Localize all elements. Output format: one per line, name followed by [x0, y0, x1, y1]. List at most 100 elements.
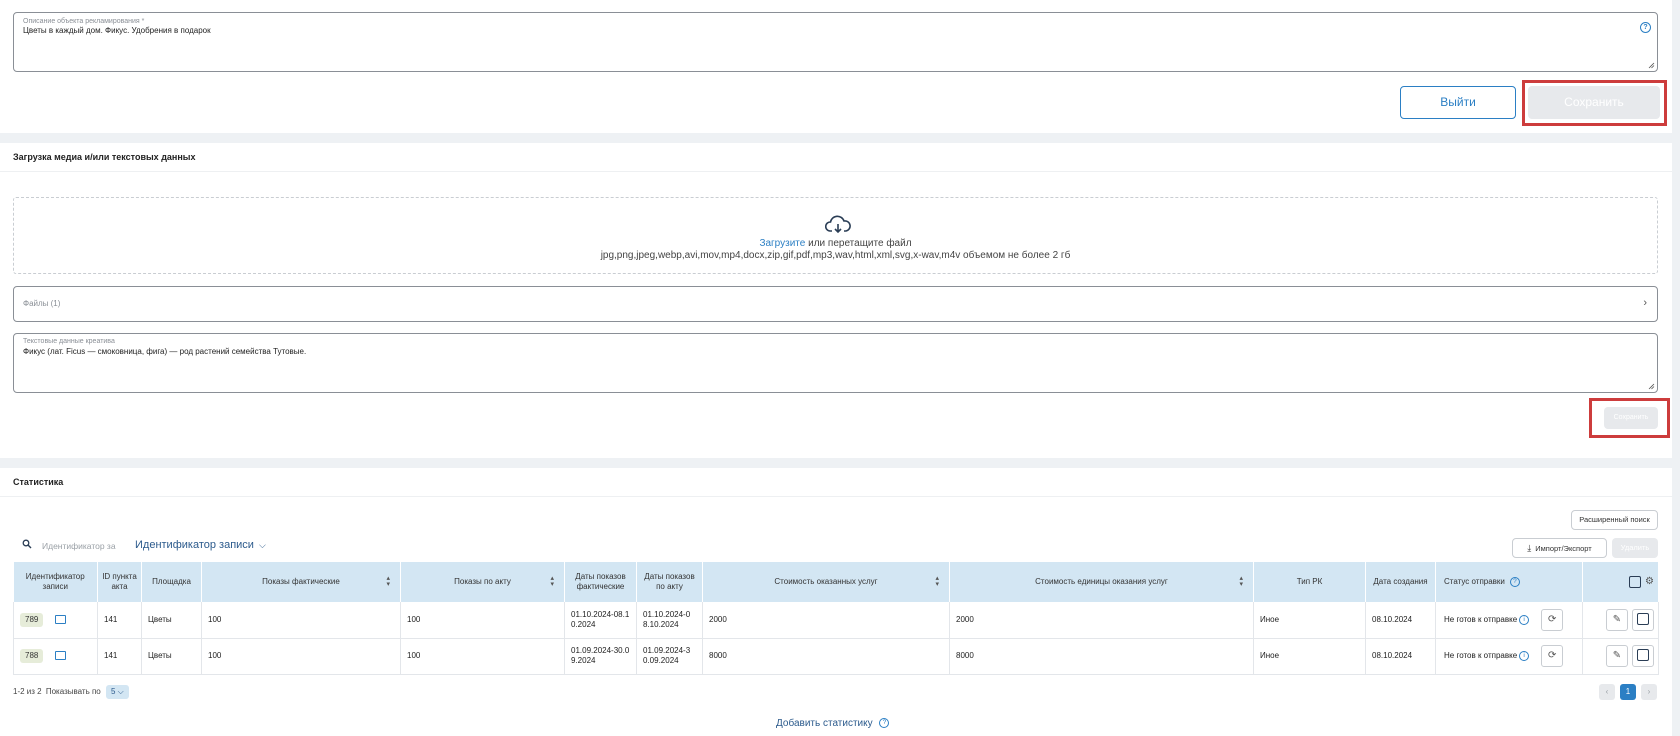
delete-button[interactable]: Удалить [1612, 538, 1658, 558]
edit-button[interactable]: ✎ [1606, 645, 1628, 667]
highlight-frame [1522, 80, 1667, 126]
files-accordion[interactable]: Файлы (1) › [13, 286, 1658, 322]
stats-table: Идентификатор записи ID пункта акта Площ… [13, 562, 1659, 675]
col-rk-type: Тип РК [1253, 562, 1366, 602]
delete-label: Удалить [1620, 543, 1650, 552]
cloud-upload-icon [825, 215, 851, 234]
folder-icon[interactable] [55, 651, 67, 661]
status-text: Не готов к отправке [1444, 614, 1518, 624]
creative-text-field[interactable]: Текстовые данные креатива Фикус (лат. Fi… [13, 333, 1658, 393]
upload-dropzone[interactable]: Загрузите или перетащите файл jpg,png,jp… [13, 197, 1658, 274]
row-checkbox[interactable] [1637, 613, 1649, 626]
row-select-button[interactable] [1632, 645, 1654, 667]
col-shows-fact[interactable]: Показы фактические ▴ ▾ [201, 562, 401, 602]
col-status: Статус отправки? [1435, 562, 1583, 602]
folder-icon[interactable] [55, 615, 67, 625]
col-shows-act[interactable]: Показы по акту ▴ ▾ [400, 562, 565, 602]
object-description-field[interactable]: Описание объекта рекламирования * Цветы … [13, 12, 1658, 72]
search-icon [22, 539, 32, 549]
upload-formats: jpg,png,jpeg,webp,avi,mov,mp4,docx,zip,g… [600, 250, 1071, 261]
divider [0, 171, 1672, 172]
cell-actions: ✎ [1582, 602, 1659, 639]
col-record-id: Идентификатор записи [13, 562, 98, 602]
page-button-current[interactable]: 1 [1620, 684, 1636, 700]
creative-text-label: Текстовые данные креатива [23, 338, 115, 345]
help-icon[interactable]: ? [1640, 22, 1651, 33]
record-id-badge[interactable]: 789 [20, 612, 44, 627]
import-export-button[interactable]: ⤓ Импорт/Экспорт [1512, 538, 1607, 558]
cell-status: Не готов к отправке i ⟳ [1435, 602, 1583, 639]
sort-icon[interactable]: ▴ ▾ [386, 575, 390, 588]
info-icon[interactable]: i [1519, 614, 1530, 625]
cell-cost: 2000 [702, 602, 950, 639]
col-unit-cost-label: Стоимость единицы оказания услуг [1035, 577, 1168, 586]
cell-platform: Цветы [141, 638, 202, 675]
stats-card: Статистика Расширенный поиск Идентификат… [0, 468, 1672, 736]
col-status-label: Статус отправки [1444, 577, 1505, 587]
upload-instruction: Загрузите или перетащите файл [14, 238, 1657, 249]
next-page-button[interactable]: › [1641, 684, 1657, 700]
sort-icon[interactable]: ▴ ▾ [1239, 575, 1243, 588]
col-actions: ⚙ [1582, 562, 1659, 602]
info-icon[interactable]: i [1519, 651, 1530, 661]
upload-link[interactable]: Загрузите [759, 238, 805, 249]
gear-icon[interactable]: ⚙ [1645, 576, 1654, 587]
cell-dates-fact: 01.10.2024-08.10.2024 [564, 602, 637, 639]
cell-act-item: 141 [97, 638, 142, 675]
exit-button[interactable]: Выйти [1400, 86, 1516, 119]
help-icon[interactable]: ? [1509, 576, 1520, 587]
sort-icon[interactable]: ▴ ▾ [935, 575, 939, 588]
col-unit-cost[interactable]: Стоимость единицы оказания услуг ▴ ▾ [949, 562, 1254, 602]
per-page-value: 5 [110, 687, 116, 696]
cell-record-id: 789 [13, 602, 98, 639]
creative-text-value: Фикус (лат. Ficus — смоковница, фига) — … [23, 347, 307, 356]
cell-unit-cost: 8000 [949, 638, 1254, 675]
divider [0, 496, 1672, 497]
sort-icon[interactable]: ▴ ▾ [550, 575, 554, 588]
search-input[interactable]: Идентификатор за [42, 541, 116, 551]
record-id-badge[interactable]: 788 [20, 649, 44, 663]
help-icon[interactable]: ? [879, 718, 890, 729]
col-created: Дата создания [1365, 562, 1436, 602]
cell-rk-type: Иное [1253, 602, 1366, 639]
cell-shows-act: 100 [400, 638, 565, 675]
pagination-info: 1-2 из 2 Показывать по 5 ⌵ [13, 685, 129, 699]
cell-record-id: 788 [13, 638, 98, 675]
cell-created: 08.10.2024 [1365, 638, 1436, 675]
cell-cost: 8000 [702, 638, 950, 675]
row-select-button[interactable] [1632, 608, 1654, 631]
object-card: Описание объекта рекламирования * Цветы … [0, 0, 1672, 133]
media-section-title: Загрузка медиа и/или текстовых данных [13, 152, 196, 162]
row-checkbox[interactable] [1637, 649, 1649, 662]
add-statistics-link[interactable]: Добавить статистику ? [776, 718, 890, 729]
advanced-search-label: Расширенный поиск [1579, 515, 1650, 524]
upload-instruction-text: или перетащите файл [805, 238, 912, 249]
prev-page-button[interactable]: ‹ [1599, 684, 1615, 700]
col-dates-act: Даты показов по акту [636, 562, 703, 602]
cell-dates-act: 01.10.2024-08.10.2024 [636, 602, 703, 639]
cell-shows-act: 100 [400, 602, 565, 639]
search-field-select[interactable]: Идентификатор записи ⌵ [135, 539, 266, 551]
highlight-frame [1589, 398, 1670, 438]
col-cost-label: Стоимость оказанных услуг [774, 577, 878, 586]
col-cost[interactable]: Стоимость оказанных услуг ▴ ▾ [702, 562, 950, 602]
edit-button[interactable]: ✎ [1606, 608, 1628, 631]
per-page-select[interactable]: 5 ⌵ [105, 685, 129, 699]
col-dates-fact: Даты показов фактические [564, 562, 637, 602]
refresh-button[interactable]: ⟳ [1541, 608, 1564, 631]
download-icon: ⤓ [1527, 543, 1532, 553]
refresh-button[interactable]: ⟳ [1541, 645, 1564, 667]
chevron-down-icon: ⌵ [117, 687, 124, 696]
range-text: 1-2 из 2 [13, 687, 42, 696]
col-act-item-id: ID пункта акта [97, 562, 142, 602]
resize-handle-icon[interactable] [1648, 62, 1655, 69]
object-description-value: Цветы в каждый дом. Фикус. Удобрения в п… [23, 26, 211, 35]
cell-shows-fact: 100 [201, 602, 401, 639]
col-shows-fact-label: Показы фактические [262, 577, 340, 586]
exit-button-label: Выйти [1440, 95, 1476, 109]
table-header-row: Идентификатор записи ID пункта акта Площ… [13, 562, 1659, 602]
resize-handle-icon[interactable] [1648, 383, 1655, 390]
select-all-checkbox[interactable] [1629, 576, 1642, 588]
advanced-search-button[interactable]: Расширенный поиск [1571, 510, 1658, 530]
cell-created: 08.10.2024 [1365, 602, 1436, 639]
